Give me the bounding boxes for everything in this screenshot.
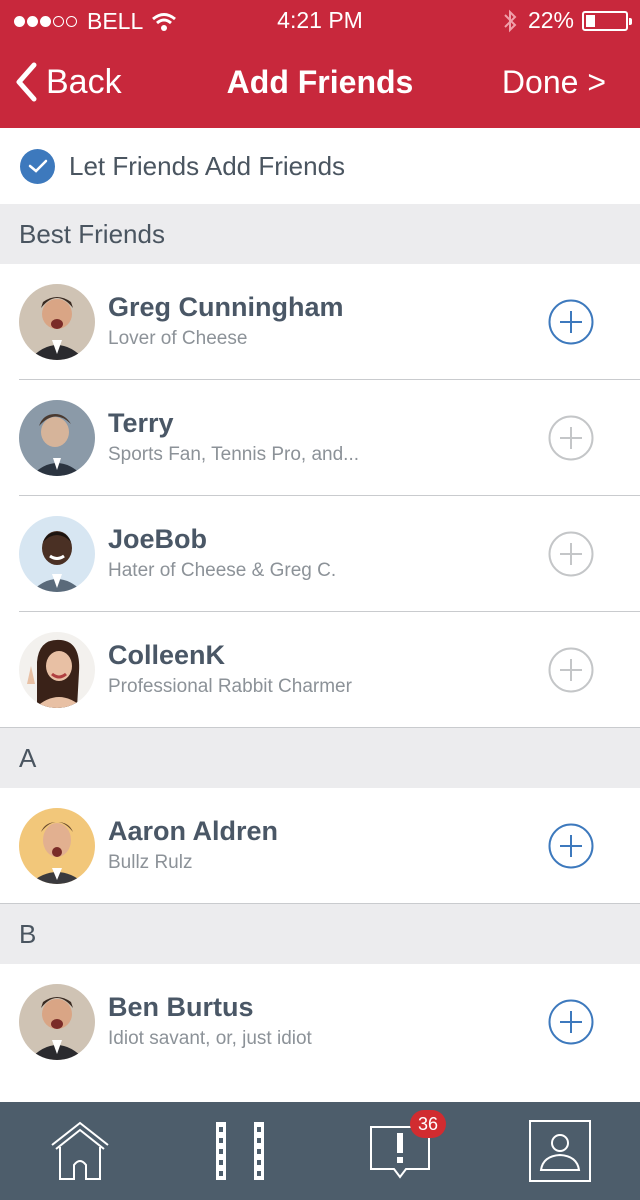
friend-row[interactable]: Terry Sports Fan, Tennis Pro, and... xyxy=(0,380,640,496)
tab-notifications[interactable]: 36 xyxy=(320,1102,480,1200)
friend-subtitle: Sports Fan, Tennis Pro, and... xyxy=(108,444,360,465)
battery-icon xyxy=(582,10,632,31)
avatar xyxy=(19,400,95,476)
film-icon xyxy=(216,1122,264,1180)
friend-row[interactable]: JoeBob Hater of Cheese & Greg C. xyxy=(0,496,640,612)
tab-videos[interactable] xyxy=(160,1102,320,1200)
friend-subtitle: Hater of Cheese & Greg C. xyxy=(108,560,337,581)
friend-name: Greg Cunningham xyxy=(108,292,344,322)
friend-name: Ben Burtus xyxy=(108,992,254,1022)
bluetooth-icon xyxy=(504,9,517,32)
section-header-a: A xyxy=(0,728,640,788)
tab-bar: 36 xyxy=(0,1102,640,1200)
add-friend-icon[interactable] xyxy=(548,999,594,1045)
notification-badge: 36 xyxy=(410,1110,446,1138)
friend-name: JoeBob xyxy=(108,524,208,554)
friend-row[interactable]: Ben Burtus Idiot savant, or, just idiot xyxy=(0,964,640,1102)
add-friend-icon[interactable] xyxy=(548,647,594,693)
header: BELL 4:21 PM 22% Back Add Friends Done > xyxy=(0,0,640,128)
toggle-label: Let Friends Add Friends xyxy=(69,150,346,181)
nav-bar: Back Add Friends Done > xyxy=(0,40,640,128)
section-header-b: B xyxy=(0,904,640,964)
avatar xyxy=(19,284,95,360)
friend-row[interactable]: Greg Cunningham Lover of Cheese xyxy=(0,264,640,380)
friend-name: Terry xyxy=(108,408,174,438)
home-icon xyxy=(51,1121,109,1180)
tab-home[interactable] xyxy=(0,1102,160,1200)
friend-subtitle: Lover of Cheese xyxy=(108,328,248,349)
friend-row[interactable]: Aaron Aldren Bullz Rulz xyxy=(0,788,640,904)
profile-icon xyxy=(529,1120,591,1182)
section-header-best-friends: Best Friends xyxy=(0,204,640,264)
friend-subtitle: Bullz Rulz xyxy=(108,852,193,873)
battery-percent: 22% xyxy=(527,7,574,33)
friend-subtitle: Idiot savant, or, just idiot xyxy=(108,1028,312,1049)
status-right: 22% xyxy=(502,7,632,34)
avatar xyxy=(19,808,95,884)
add-friend-icon[interactable] xyxy=(548,415,594,461)
checkmark-icon xyxy=(20,148,55,184)
add-friend-icon[interactable] xyxy=(548,823,594,869)
friend-name: ColleenK xyxy=(108,640,226,670)
avatar xyxy=(19,632,95,708)
friend-row[interactable]: ColleenK Professional Rabbit Charmer xyxy=(0,612,640,728)
let-friends-add-friends-toggle[interactable]: Let Friends Add Friends xyxy=(0,128,640,204)
done-button[interactable]: Done > xyxy=(502,64,606,101)
friend-name: Aaron Aldren xyxy=(108,816,279,846)
avatar xyxy=(19,516,95,592)
add-friend-icon[interactable] xyxy=(548,299,594,345)
add-friend-icon[interactable] xyxy=(548,531,594,577)
avatar xyxy=(19,984,95,1060)
friend-subtitle: Professional Rabbit Charmer xyxy=(108,676,352,697)
status-bar: BELL 4:21 PM 22% xyxy=(0,0,640,40)
tab-profile[interactable] xyxy=(480,1102,640,1200)
